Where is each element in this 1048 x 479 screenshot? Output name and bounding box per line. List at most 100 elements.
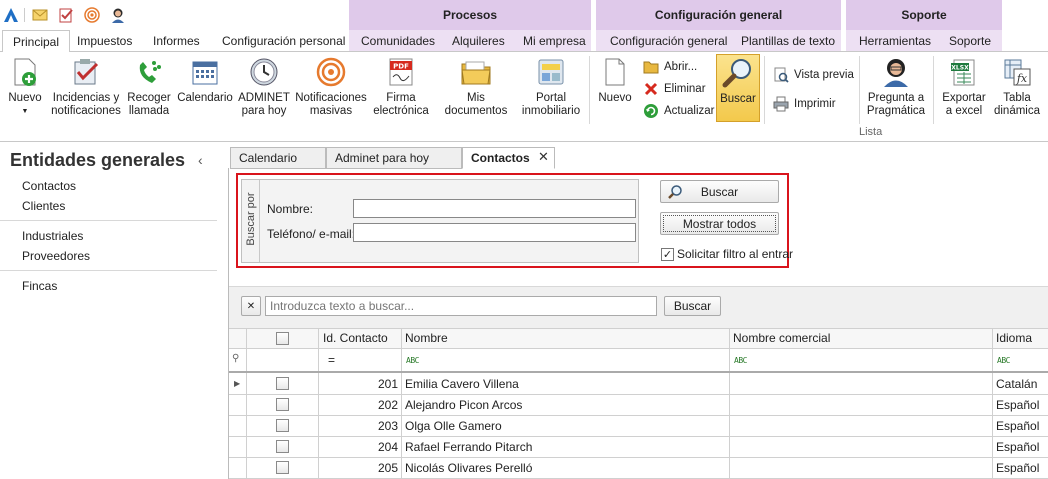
- pdf-icon: PDF: [385, 56, 417, 88]
- tab-comunidades[interactable]: Comunidades: [361, 30, 435, 52]
- mostrar-todos-button[interactable]: Mostrar todos: [660, 212, 779, 235]
- actualizar-button[interactable]: Actualizar: [643, 103, 715, 119]
- filter-equals-icon[interactable]: =: [328, 353, 335, 367]
- search-group-label: Buscar por: [245, 192, 257, 246]
- chevron-down-icon: ▼: [21, 108, 29, 115]
- col-header-idioma[interactable]: Idioma: [996, 331, 1032, 345]
- find-buscar-button[interactable]: Buscar: [664, 296, 721, 316]
- row-checkbox[interactable]: [276, 461, 289, 474]
- filter-text-icon[interactable]: ABC: [406, 356, 419, 365]
- nombre-label: Nombre:: [267, 202, 314, 216]
- sidebar: Entidades generales ‹ Contactos Clientes…: [0, 143, 228, 479]
- svg-text:PDF: PDF: [393, 63, 409, 71]
- tab-herramientas[interactable]: Herramientas: [859, 30, 931, 52]
- tab-configuracion-personal[interactable]: Configuración personal: [222, 30, 345, 52]
- magnifier-small-icon: [667, 184, 683, 203]
- calendar-icon: [189, 56, 221, 88]
- pregunta-a-pragmatica-button[interactable]: Pregunta a Pragmática: [864, 56, 928, 118]
- tab-soporte[interactable]: Soporte: [949, 30, 991, 52]
- cell-nombre: Nicolás Olivares Perelló: [405, 461, 533, 475]
- sidebar-item-proveedores[interactable]: Proveedores: [22, 249, 90, 263]
- collapse-chevron-icon[interactable]: ‹: [198, 152, 203, 168]
- tab-alquileres[interactable]: Alquileres: [452, 30, 505, 52]
- group-label-lista: Lista: [859, 126, 883, 138]
- filter-text-icon[interactable]: ABC: [734, 356, 747, 365]
- abrir-button[interactable]: Abrir...: [643, 59, 697, 75]
- nuevo-button[interactable]: Nuevo ▼: [6, 56, 44, 118]
- cell-idioma: Español: [996, 461, 1040, 475]
- user-avatar-icon[interactable]: [110, 7, 126, 23]
- nuevo-contacto-button[interactable]: Nuevo: [596, 56, 634, 105]
- imprimir-button[interactable]: Imprimir: [773, 96, 836, 112]
- tab-configuracion-general[interactable]: Configuración general: [610, 30, 727, 52]
- row-checkbox[interactable]: [276, 377, 289, 390]
- solicitar-filtro-checkbox-row[interactable]: ✓ Solicitar filtro al entrar: [661, 247, 793, 261]
- filter-text-icon[interactable]: ABC: [997, 356, 1010, 365]
- doc-tab-adminet-para-hoy[interactable]: Adminet para hoy: [326, 147, 462, 169]
- telefono-input[interactable]: [353, 223, 636, 242]
- tab-plantillas-de-texto[interactable]: Plantillas de texto: [741, 30, 835, 52]
- filter-row-icon: ⚲: [232, 353, 240, 364]
- search-group: Buscar por Nombre: Teléfono/ e-mail:: [241, 179, 639, 263]
- doc-tab-calendario[interactable]: Calendario: [230, 147, 326, 169]
- row-checkbox[interactable]: [276, 419, 289, 432]
- cell-id: 201: [377, 377, 398, 391]
- sidebar-item-contactos[interactable]: Contactos: [22, 179, 76, 193]
- tab-principal[interactable]: Principal: [2, 30, 71, 53]
- select-all-checkbox[interactable]: [276, 332, 289, 345]
- find-input[interactable]: [265, 296, 657, 316]
- col-header-nombre-comercial[interactable]: Nombre comercial: [733, 331, 830, 345]
- tab-mi-empresa[interactable]: Mi empresa: [523, 30, 586, 52]
- clear-find-icon[interactable]: ✕: [241, 296, 261, 316]
- app-logo-icon[interactable]: [3, 7, 19, 23]
- buscar-button[interactable]: Buscar: [660, 180, 779, 203]
- tab-impuestos[interactable]: Impuestos: [77, 30, 132, 52]
- phone-call-icon: [133, 56, 165, 88]
- sidebar-item-fincas[interactable]: Fincas: [22, 279, 57, 293]
- close-tab-icon[interactable]: ✕: [538, 149, 549, 165]
- magnifier-icon: [722, 57, 754, 89]
- tasks-icon[interactable]: [58, 7, 74, 23]
- sidebar-item-industriales[interactable]: Industriales: [22, 229, 83, 243]
- incidencias-button[interactable]: Incidencias y notificaciones: [50, 56, 122, 118]
- excel-icon: XLSX: [948, 56, 980, 88]
- grid-row-line: [229, 371, 1048, 373]
- current-row-indicator-icon: ▶: [234, 379, 241, 388]
- tab-informes[interactable]: Informes: [153, 30, 200, 52]
- vista-previa-button[interactable]: Vista previa: [773, 67, 854, 83]
- mail-icon[interactable]: [32, 7, 48, 23]
- grid-row-line: [229, 436, 1048, 437]
- eliminar-button[interactable]: Eliminar: [643, 81, 706, 97]
- broadcast-icon[interactable]: [84, 7, 100, 23]
- row-checkbox[interactable]: [276, 398, 289, 411]
- col-header-id[interactable]: Id. Contacto: [323, 331, 388, 345]
- tabla-dinamica-button[interactable]: fx Tabla dinámica: [992, 56, 1042, 118]
- solicitar-filtro-checkbox[interactable]: ✓: [661, 247, 674, 261]
- col-header-nombre[interactable]: Nombre: [405, 331, 448, 345]
- adminet-para-hoy-button[interactable]: ADMINET para hoy: [238, 56, 290, 118]
- cell-idioma: Español: [996, 419, 1040, 433]
- cell-id: 205: [377, 461, 398, 475]
- firma-electronica-button[interactable]: PDF Firma electrónica: [372, 56, 430, 118]
- ribbon-separator: [589, 56, 590, 124]
- calendario-button[interactable]: Calendario: [177, 56, 233, 105]
- folder-icon: [460, 56, 492, 88]
- sidebar-divider: [0, 270, 217, 271]
- notificaciones-masivas-button[interactable]: Notificaciones masivas: [295, 56, 367, 118]
- buscar-ribbon-button[interactable]: Buscar: [716, 54, 760, 122]
- cell-id: 203: [377, 419, 398, 433]
- exportar-a-excel-button[interactable]: XLSX Exportar a excel: [938, 56, 990, 118]
- nombre-input[interactable]: [353, 199, 636, 218]
- mis-documentos-button[interactable]: Mis documentos: [436, 56, 516, 118]
- printer-icon: [773, 96, 789, 112]
- ribbon-separator: [859, 56, 860, 124]
- delete-icon: [643, 81, 659, 97]
- recoger-llamada-button[interactable]: Recoger llamada: [126, 56, 172, 118]
- row-checkbox[interactable]: [276, 440, 289, 453]
- category-procesos: Procesos: [349, 0, 591, 30]
- incidents-icon: [70, 56, 102, 88]
- grid-row-line: [229, 394, 1048, 395]
- new-document-icon: [9, 56, 41, 88]
- portal-inmobiliario-button[interactable]: Portal inmobiliario: [522, 56, 580, 118]
- sidebar-item-clientes[interactable]: Clientes: [22, 199, 65, 213]
